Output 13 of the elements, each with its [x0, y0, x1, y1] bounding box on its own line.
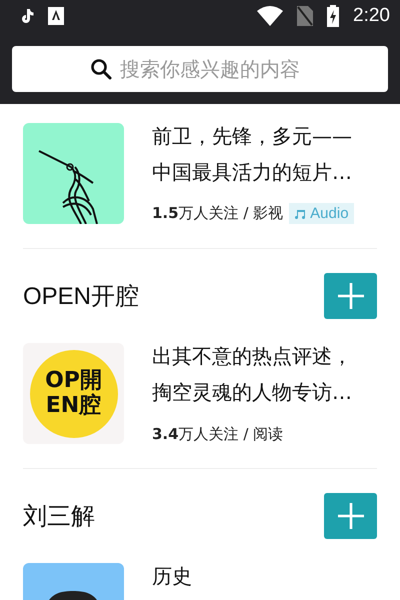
search-bar[interactable]: 搜索你感兴趣的内容 — [12, 46, 388, 92]
logo-text: EN腔 — [46, 394, 102, 418]
channel-description: 出其不意的热点评述，掏空灵魂的人物专访… — [152, 343, 353, 406]
tag-label: Audio — [310, 205, 349, 222]
channel-description: 前卫，先锋，多元——中国最具活力的短片… — [152, 123, 353, 186]
channel-description: 历史 — [152, 563, 193, 590]
channel-name[interactable]: 刘三解 — [23, 500, 95, 532]
clock-time: 2:20 — [353, 5, 390, 27]
channel-name[interactable]: OPEN开腔 — [23, 280, 140, 312]
search-field[interactable]: 搜索你感兴趣的内容 — [120, 57, 310, 81]
follower-count: 3.4万人关注 / 阅读 — [152, 425, 284, 444]
follower-count: 1.5万人关注 / 影视 — [152, 204, 284, 223]
logo-text: OP開 — [45, 369, 102, 394]
